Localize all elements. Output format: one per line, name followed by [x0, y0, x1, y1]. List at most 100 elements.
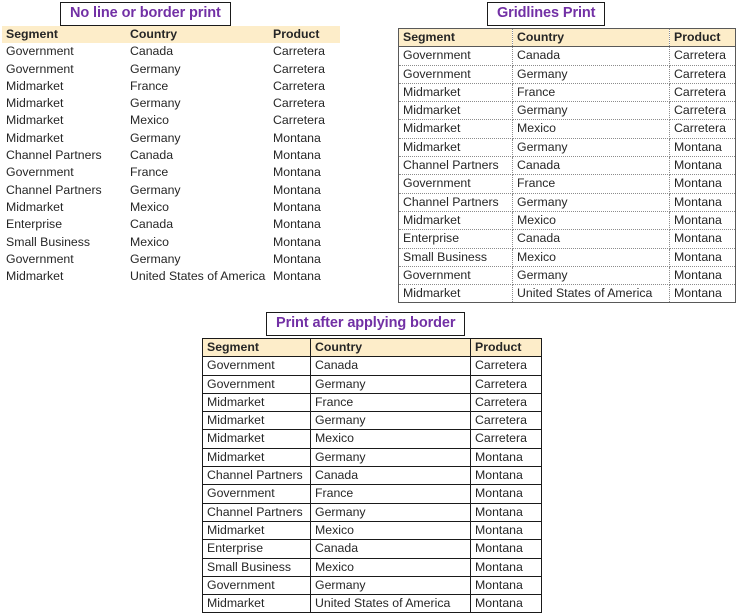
- cell-segment: Midmarket: [6, 269, 64, 284]
- table-no-line-or-border: Segment Country Product Government Canada…: [2, 26, 340, 285]
- cell-segment: Midmarket: [6, 130, 64, 145]
- table-row: Midmarket France Carretera: [2, 78, 340, 95]
- table-row: Midmarket Germany Montana: [2, 130, 340, 147]
- table-row: Midmarket France Carretera: [398, 83, 736, 103]
- cell-product: Montana: [470, 484, 542, 504]
- cell-product: Carretera: [470, 429, 542, 449]
- cell-product: Montana: [470, 558, 542, 577]
- table-row: Channel Partners Canada Montana: [202, 466, 542, 486]
- column-header-country: Country: [512, 28, 670, 48]
- cell-product: Montana: [669, 174, 736, 194]
- cell-product: Montana: [669, 193, 736, 212]
- table-row: Government Canada Carretera: [398, 46, 736, 66]
- table-row: Channel Partners Canada Montana: [398, 156, 736, 176]
- cell-country: Germany: [310, 448, 471, 468]
- cell-country: Canada: [130, 148, 174, 163]
- cell-country: Germany: [130, 96, 181, 111]
- caption-print-after-applying-border: Print after applying border: [266, 312, 466, 336]
- cell-segment: Midmarket: [202, 393, 311, 413]
- cell-segment: Government: [398, 266, 513, 286]
- cell-segment: Government: [202, 375, 311, 394]
- cell-segment: Midmarket: [398, 119, 513, 139]
- caption-gridlines-print: Gridlines Print: [487, 2, 606, 26]
- cell-country: Mexico: [130, 234, 169, 249]
- cell-country: France: [130, 78, 169, 93]
- caption-no-line-or-border-print: No line or border print: [60, 2, 231, 26]
- cell-segment: Enterprise: [202, 539, 311, 559]
- cell-segment: Midmarket: [398, 101, 513, 121]
- table-row: Government Germany Carretera: [202, 375, 542, 394]
- table-row: Enterprise Canada Montana: [398, 229, 736, 249]
- table-row: Enterprise Canada Montana: [202, 539, 542, 559]
- cell-product: Montana: [475, 596, 523, 611]
- table-row: Enterprise Canada Montana: [2, 216, 340, 233]
- table-row: Small Business Mexico Montana: [2, 234, 340, 251]
- table-row: Government Canada Carretera: [2, 43, 340, 60]
- cell-country: France: [512, 83, 670, 103]
- cell-product: Montana: [470, 521, 542, 541]
- table-row: Government Germany Montana: [2, 251, 340, 268]
- cell-segment: Midmarket: [6, 96, 64, 111]
- cell-country: Canada: [310, 466, 471, 486]
- cell-product: Carretera: [273, 78, 325, 93]
- cell-product: Montana: [273, 148, 321, 163]
- cell-country: Mexico: [310, 429, 471, 449]
- table-row: Midmarket Germany Montana: [398, 138, 736, 158]
- cell-product: Carretera: [669, 83, 736, 103]
- cell-country: Canada: [512, 46, 670, 66]
- table-row: Midmarket Mexico Montana: [398, 211, 736, 231]
- table-row: Midmarket Mexico Carretera: [2, 112, 340, 129]
- cell-segment: Government: [6, 44, 74, 59]
- cell-product: Montana: [470, 539, 542, 559]
- column-header-segment: Segment: [398, 28, 513, 48]
- table-row: Channel Partners Canada Montana: [2, 147, 340, 164]
- cell-country: Canada: [512, 229, 670, 249]
- cell-product: Carretera: [669, 65, 736, 84]
- cell-segment: Small Business: [202, 558, 311, 577]
- table-row: Midmarket Mexico Montana: [202, 521, 542, 541]
- table-body: Government Canada Carretera Government Germa…: [398, 46, 736, 303]
- cell-segment: Government: [398, 174, 513, 194]
- cell-country: Germany: [310, 375, 471, 394]
- table-gridlines: Segment Country Product Government Canada…: [398, 28, 736, 304]
- cell-segment: Small Business: [6, 234, 91, 249]
- cell-segment: Midmarket: [398, 138, 513, 158]
- table-row: Channel Partners Germany Montana: [2, 182, 340, 199]
- cell-product: Montana: [470, 448, 542, 468]
- cell-product: Montana: [470, 503, 542, 522]
- column-header-segment: Segment: [2, 26, 126, 44]
- cell-product: Montana: [273, 130, 321, 145]
- table-row: Midmarket United States of America Montana: [202, 594, 542, 613]
- cell-product: Carretera: [470, 411, 542, 431]
- cell-country: France: [310, 484, 471, 504]
- table-row: Midmarket Germany Montana: [202, 448, 542, 468]
- cell-product: Carretera: [470, 393, 542, 413]
- cell-segment: Midmarket: [202, 411, 311, 431]
- cell-country: France: [130, 165, 169, 180]
- cell-product: Montana: [470, 576, 542, 596]
- cell-product: Montana: [669, 211, 736, 231]
- cell-segment: Channel Partners: [6, 148, 102, 163]
- table-row: Midmarket France Carretera: [202, 393, 542, 413]
- cell-segment: Channel Partners: [398, 193, 513, 212]
- cell-country: Mexico: [130, 199, 169, 214]
- cell-segment: Midmarket: [6, 113, 64, 128]
- cell-segment: Government: [6, 251, 74, 266]
- cell-segment: Government: [398, 65, 513, 84]
- cell-product: Carretera: [273, 61, 325, 76]
- column-header-segment: Segment: [202, 338, 311, 358]
- table-body: Government Canada Carretera Government Germa…: [202, 356, 542, 613]
- cell-segment: Enterprise: [6, 217, 63, 232]
- cell-country: United States of America: [310, 594, 471, 613]
- cell-product: Montana: [273, 217, 321, 232]
- cell-country: Canada: [130, 217, 174, 232]
- column-header-product: Product: [269, 26, 340, 44]
- cell-segment: Midmarket: [202, 521, 311, 541]
- cell-segment: Midmarket: [398, 211, 513, 231]
- cell-country: Germany: [512, 65, 670, 84]
- cell-country: France: [512, 174, 670, 194]
- table-row: Midmarket Germany Carretera: [202, 411, 542, 431]
- cell-country: United States of America: [130, 269, 266, 284]
- cell-segment: Channel Partners: [202, 503, 311, 522]
- table-row: Government France Montana: [202, 484, 542, 504]
